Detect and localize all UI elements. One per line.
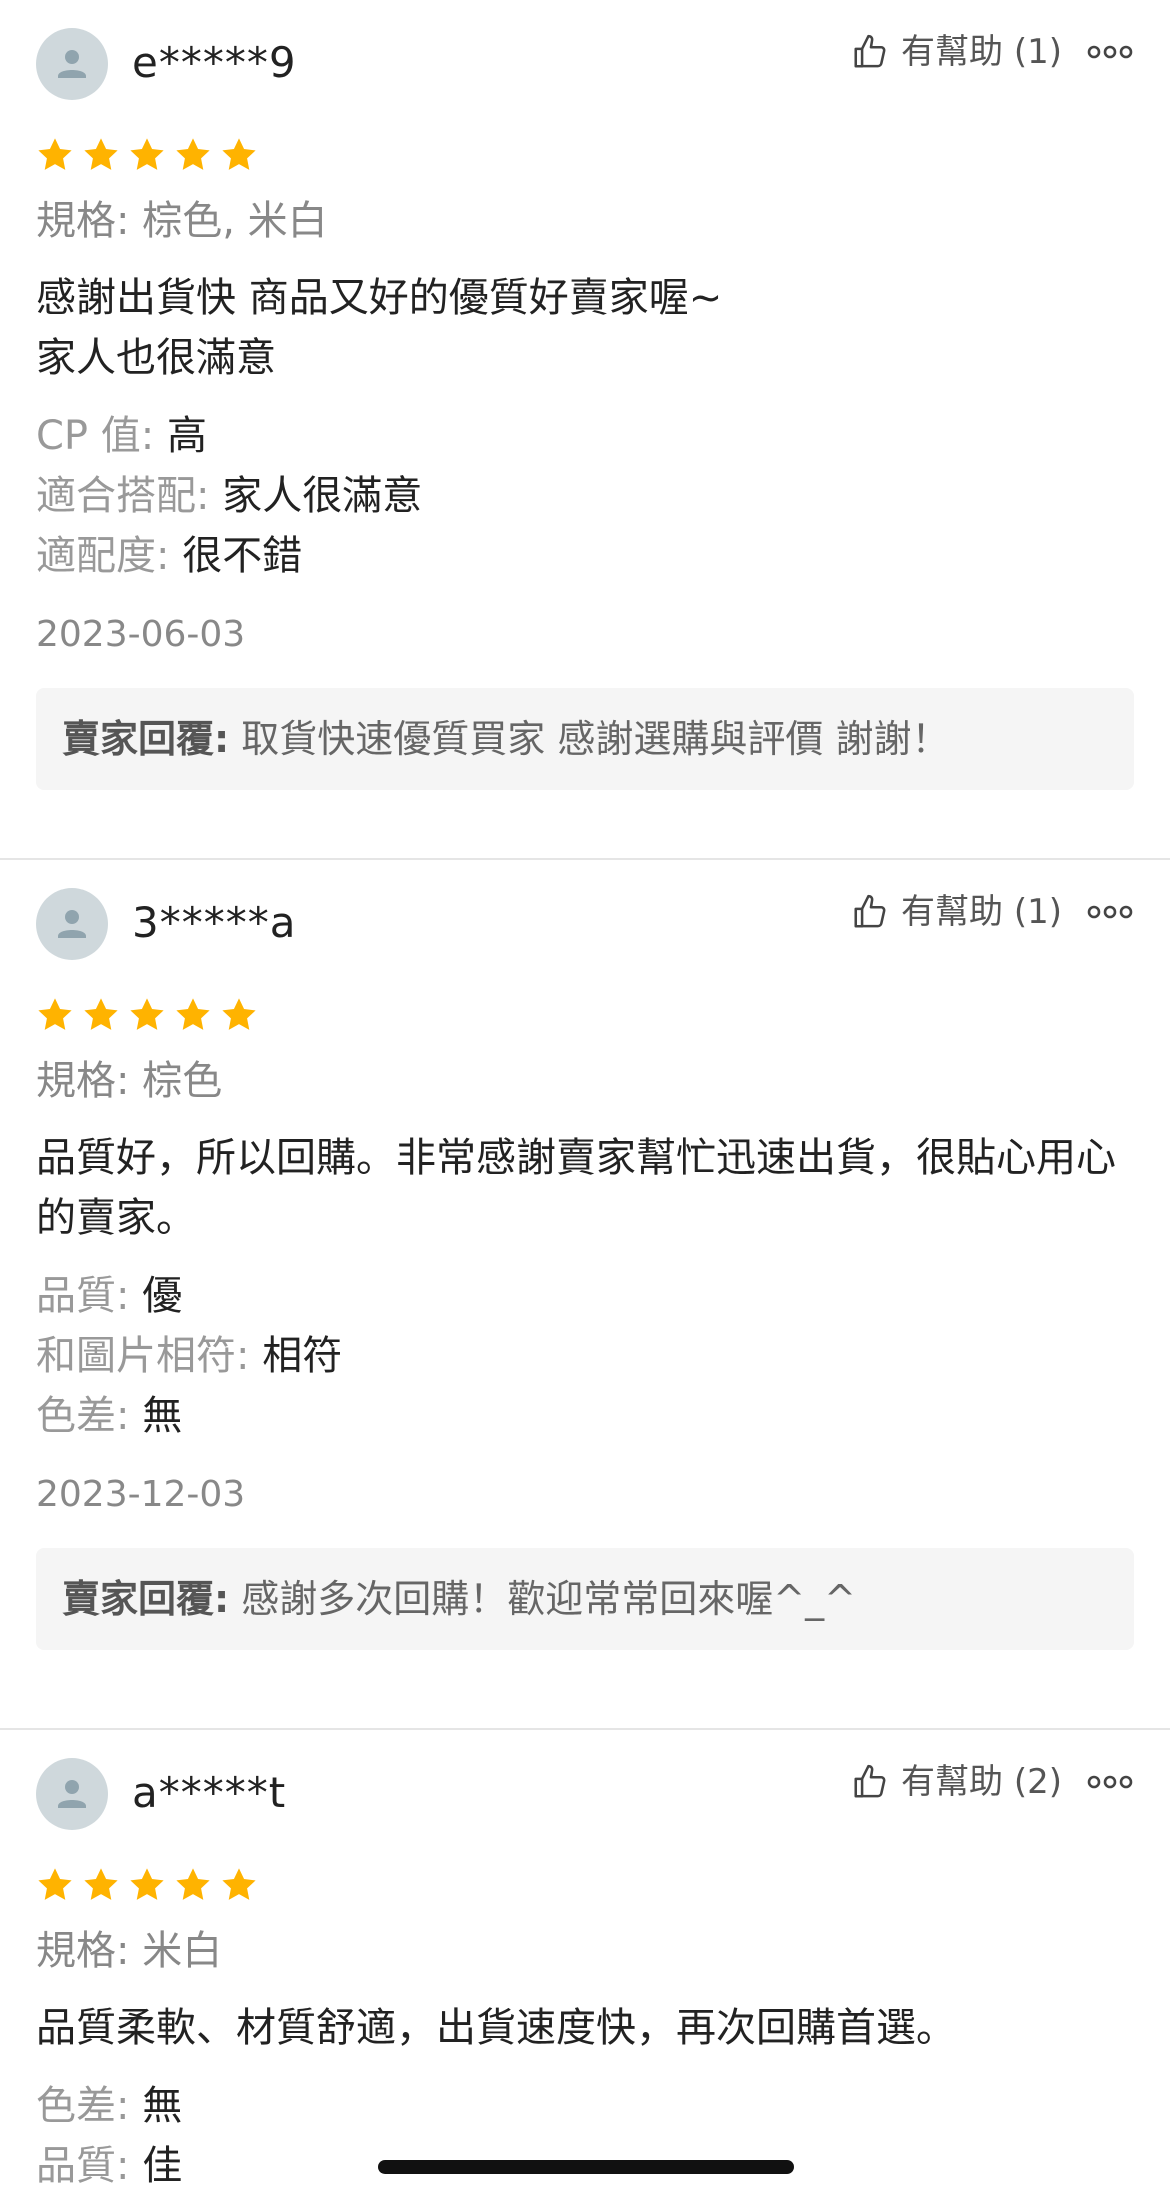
review-comment: 品質好，所以回購。非常感謝賣家幫忙迅速出貨，很貼心用心的賣家。 xyxy=(36,1135,1116,1241)
star-rating xyxy=(36,1860,1134,1910)
star-icon xyxy=(84,998,118,1030)
attribute-value: 優 xyxy=(142,1273,183,1319)
helpful-label: 有幫助 (1) xyxy=(901,892,1062,932)
review-attributes: 品質: 優 和圖片相符: 相符 色差: 無 xyxy=(36,1266,1134,1446)
spec-value: 棕色, 米白 xyxy=(142,198,328,244)
attribute-row: 色差: 無 xyxy=(36,2076,1134,2136)
attribute-row: 品質: 優 xyxy=(36,1266,1134,1326)
star-icon xyxy=(176,998,210,1030)
attribute-key: 色差: xyxy=(36,2083,130,2129)
review-attributes: CP 值: 高 適合搭配: 家人很滿意 適配度: 很不錯 xyxy=(36,406,1134,586)
attribute-key: 適配度: xyxy=(36,533,170,579)
seller-reply-label: 賣家回覆: xyxy=(62,1577,230,1621)
thumbs-up-icon xyxy=(854,34,886,68)
review-comment: 品質柔軟、材質舒適，出貨速度快，再次回購首選。 xyxy=(36,2005,956,2051)
spec-label: 規格: xyxy=(36,1058,130,1104)
star-icon xyxy=(130,138,164,170)
spec-value: 米白 xyxy=(142,1928,223,1974)
star-icon xyxy=(130,998,164,1030)
star-icon xyxy=(222,998,256,1030)
review-card: e*****9 有幫助 (1) 規格: 棕色, 米白 感謝出貨快 商品又好的優質… xyxy=(0,0,1170,860)
spec-value: 棕色 xyxy=(142,1058,223,1104)
avatar[interactable] xyxy=(36,888,108,960)
more-options-icon[interactable] xyxy=(1086,1770,1134,1794)
avatar[interactable] xyxy=(36,28,108,100)
thumbs-up-icon xyxy=(854,1764,886,1798)
helpful-label: 有幫助 (2) xyxy=(901,1762,1062,1802)
star-icon xyxy=(176,138,210,170)
review-comment: 感謝出貨快 商品又好的優質好賣家喔~ 家人也很滿意 xyxy=(36,275,723,381)
avatar[interactable] xyxy=(36,1758,108,1830)
attribute-key: 色差: xyxy=(36,1393,130,1439)
star-icon xyxy=(84,1868,118,1900)
star-rating xyxy=(36,990,1134,1040)
home-indicator[interactable] xyxy=(378,2160,794,2174)
star-icon xyxy=(222,1868,256,1900)
person-icon xyxy=(58,910,86,938)
seller-reply-label: 賣家回覆: xyxy=(62,717,230,761)
seller-reply-text: 取貨快速優質買家 感謝選購與評價 謝謝！ xyxy=(241,717,950,761)
star-icon xyxy=(38,998,72,1030)
review-date: 2023-06-03 xyxy=(36,614,246,655)
review-header: 3*****a 有幫助 (1) xyxy=(36,860,1134,980)
star-icon xyxy=(38,1868,72,1900)
star-icon xyxy=(222,138,256,170)
review-card: 3*****a 有幫助 (1) 規格: 棕色 品質好，所以回購。非常感謝賣家幫忙… xyxy=(0,860,1170,1730)
attribute-value: 很不錯 xyxy=(182,533,303,579)
variation-spec: 規格: 米白 xyxy=(36,1924,1134,1978)
attribute-key: 品質: xyxy=(36,1273,130,1319)
attribute-value: 無 xyxy=(142,2083,183,2129)
review-header: a*****t 有幫助 (2) xyxy=(36,1730,1134,1850)
variation-spec: 規格: 棕色 xyxy=(36,1054,1134,1108)
attribute-value: 相符 xyxy=(262,1333,343,1379)
attribute-value: 無 xyxy=(142,1393,183,1439)
review-attributes: 色差: 無 品質: 佳 xyxy=(36,2076,1134,2196)
more-options-icon[interactable] xyxy=(1086,900,1134,924)
attribute-row: 適配度: 很不錯 xyxy=(36,526,1134,586)
attribute-key: 和圖片相符: xyxy=(36,1333,250,1379)
star-icon xyxy=(130,1868,164,1900)
person-icon xyxy=(58,1780,86,1808)
attribute-value: 家人很滿意 xyxy=(222,473,423,519)
variation-spec: 規格: 棕色, 米白 xyxy=(36,194,1134,248)
person-icon xyxy=(58,50,86,78)
review-card: a*****t 有幫助 (2) 規格: 米白 品質柔軟、材質舒適，出貨速度快，再… xyxy=(0,1730,1170,2196)
attribute-value: 高 xyxy=(166,413,207,459)
seller-reply: 賣家回覆: 感謝多次回購！歡迎常常回來喔^_^ xyxy=(36,1548,1134,1650)
thumbs-up-icon xyxy=(854,894,886,928)
attribute-key: 適合搭配: xyxy=(36,473,210,519)
attribute-row: CP 值: 高 xyxy=(36,406,1134,466)
attribute-row: 和圖片相符: 相符 xyxy=(36,1326,1134,1386)
attribute-key: 品質: xyxy=(36,2143,130,2189)
star-icon xyxy=(176,1868,210,1900)
more-options-icon[interactable] xyxy=(1086,40,1134,64)
review-header: e*****9 有幫助 (1) xyxy=(36,0,1134,120)
star-icon xyxy=(38,138,72,170)
spec-label: 規格: xyxy=(36,1928,130,1974)
seller-reply-text: 感謝多次回購！歡迎常常回來喔^_^ xyxy=(241,1577,856,1621)
star-icon xyxy=(84,138,118,170)
attribute-key: CP 值: xyxy=(36,413,155,459)
star-rating xyxy=(36,130,1134,180)
reviewer-name[interactable]: 3*****a xyxy=(132,894,296,952)
spec-label: 規格: xyxy=(36,198,130,244)
review-date: 2023-12-03 xyxy=(36,1474,246,1515)
attribute-row: 色差: 無 xyxy=(36,1386,1134,1446)
attribute-value: 佳 xyxy=(142,2143,183,2189)
reviewer-name[interactable]: a*****t xyxy=(132,1764,286,1822)
seller-reply: 賣家回覆: 取貨快速優質買家 感謝選購與評價 謝謝！ xyxy=(36,688,1134,790)
helpful-button[interactable]: 有幫助 (1) xyxy=(851,28,1062,76)
attribute-row: 適合搭配: 家人很滿意 xyxy=(36,466,1134,526)
helpful-label: 有幫助 (1) xyxy=(901,32,1062,72)
helpful-button[interactable]: 有幫助 (2) xyxy=(851,1758,1062,1806)
reviewer-name[interactable]: e*****9 xyxy=(132,34,297,92)
helpful-button[interactable]: 有幫助 (1) xyxy=(851,888,1062,936)
